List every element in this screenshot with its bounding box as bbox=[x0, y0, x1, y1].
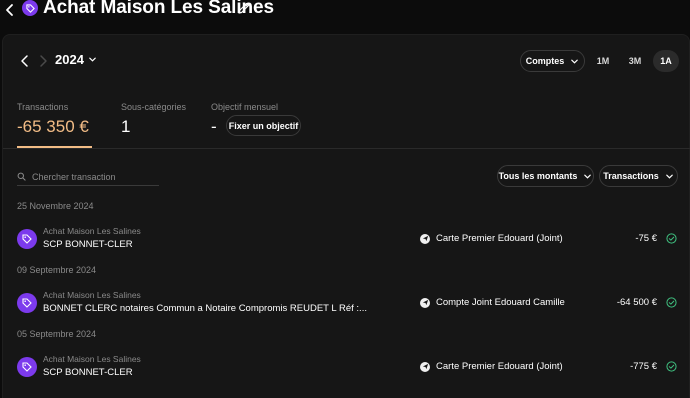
tag-icon bbox=[22, 298, 32, 308]
chevron-down-icon bbox=[584, 174, 592, 179]
transaction-row[interactable]: Achat Maison Les Salines BONNET CLERC no… bbox=[3, 285, 690, 321]
type-filter[interactable]: Transactions bbox=[599, 165, 678, 187]
period-1m[interactable]: 1M bbox=[589, 51, 617, 71]
tag-icon bbox=[22, 362, 32, 372]
chevron-down-icon bbox=[571, 59, 579, 64]
transaction-category: Achat Maison Les Salines bbox=[43, 226, 141, 236]
card-icon bbox=[420, 361, 430, 372]
subcategories-stat-label: Sous-catégories bbox=[121, 102, 187, 112]
account-name: Carte Premier Edouard (Joint) bbox=[436, 361, 563, 372]
transaction-row[interactable]: Achat Maison Les Salines SCP BONNET-CLER… bbox=[3, 221, 690, 257]
transaction-account: Carte Premier Edouard (Joint) bbox=[420, 361, 563, 372]
period-1a-label: 1A bbox=[660, 56, 672, 66]
chevron-left-icon bbox=[21, 55, 28, 67]
transaction-account: Carte Premier Edouard (Joint) bbox=[420, 233, 563, 244]
search-box bbox=[17, 168, 159, 186]
transaction-amount: -64 500 € bbox=[616, 297, 657, 308]
transaction-description: BONNET CLERC notaires Commun a Notaire C… bbox=[43, 303, 367, 314]
transaction-amount: -775 € bbox=[630, 361, 657, 372]
subcategories-count[interactable]: 1 bbox=[121, 117, 130, 137]
transactions-stat-label: Transactions bbox=[17, 102, 69, 112]
account-name: Carte Premier Edouard (Joint) bbox=[436, 233, 563, 244]
back-button[interactable] bbox=[2, 2, 18, 18]
accounts-view-select[interactable]: Comptes bbox=[520, 50, 585, 72]
search-icon bbox=[17, 172, 26, 181]
check-circle-icon bbox=[666, 361, 677, 372]
set-goal-label: Fixer un objectif bbox=[228, 120, 299, 131]
top-bar: Achat Maison Les Salines bbox=[0, 0, 690, 34]
check-circle-icon bbox=[666, 297, 677, 308]
transaction-category: Achat Maison Les Salines bbox=[43, 290, 141, 300]
category-avatar bbox=[17, 357, 37, 377]
chevron-left-icon bbox=[6, 4, 13, 16]
amount-filter-label: Tous les montants bbox=[498, 171, 578, 181]
tag-icon bbox=[25, 3, 35, 13]
year-label: 2024 bbox=[55, 52, 84, 67]
category-avatar bbox=[17, 229, 37, 249]
monthly-goal-value: - bbox=[211, 117, 217, 136]
accounts-view-label: Comptes bbox=[525, 56, 565, 66]
previous-period-button[interactable] bbox=[19, 54, 31, 68]
card-icon bbox=[420, 297, 430, 308]
amount-filter[interactable]: Tous les montants bbox=[497, 165, 594, 187]
period-3m-label: 3M bbox=[628, 56, 642, 66]
main-panel: 2024 Comptes 1M 3M 1A Transactions -65 3… bbox=[2, 34, 690, 398]
set-goal-button[interactable]: Fixer un objectif bbox=[226, 115, 301, 136]
transaction-amount: -75 € bbox=[635, 233, 657, 244]
date-header: 05 Septembre 2024 bbox=[17, 329, 97, 339]
monthly-goal-label: Objectif mensuel bbox=[211, 102, 279, 112]
transaction-description: SCP BONNET-CLER bbox=[43, 239, 133, 250]
category-avatar bbox=[17, 293, 37, 313]
transaction-account: Compte Joint Edouard Camille bbox=[420, 297, 565, 308]
category-avatar bbox=[22, 0, 38, 16]
account-name: Compte Joint Edouard Camille bbox=[436, 297, 565, 308]
date-header: 25 Novembre 2024 bbox=[17, 201, 94, 211]
transaction-description: SCP BONNET-CLER bbox=[43, 367, 133, 378]
stats-divider bbox=[3, 148, 690, 149]
pencil-icon bbox=[238, 2, 250, 14]
transaction-row[interactable]: Achat Maison Les Salines SCP BONNET-CLER… bbox=[3, 349, 690, 385]
period-1a[interactable]: 1A bbox=[653, 50, 679, 72]
search-input[interactable] bbox=[32, 171, 152, 182]
period-3m[interactable]: 3M bbox=[621, 51, 649, 71]
card-icon bbox=[420, 233, 430, 244]
next-period-button[interactable] bbox=[37, 54, 49, 68]
chevron-down-icon bbox=[665, 174, 673, 179]
check-circle-icon bbox=[666, 233, 677, 244]
transaction-category: Achat Maison Les Salines bbox=[43, 354, 141, 364]
period-1m-label: 1M bbox=[596, 56, 610, 66]
type-filter-label: Transactions bbox=[603, 171, 659, 181]
chevron-down-icon bbox=[89, 57, 96, 62]
chevron-right-icon bbox=[40, 55, 47, 67]
date-header: 09 Septembre 2024 bbox=[17, 265, 97, 275]
tag-icon bbox=[22, 234, 32, 244]
transactions-total[interactable]: -65 350 € bbox=[17, 117, 89, 137]
year-selector[interactable]: 2024 bbox=[55, 52, 97, 67]
edit-title-button[interactable] bbox=[237, 1, 251, 15]
